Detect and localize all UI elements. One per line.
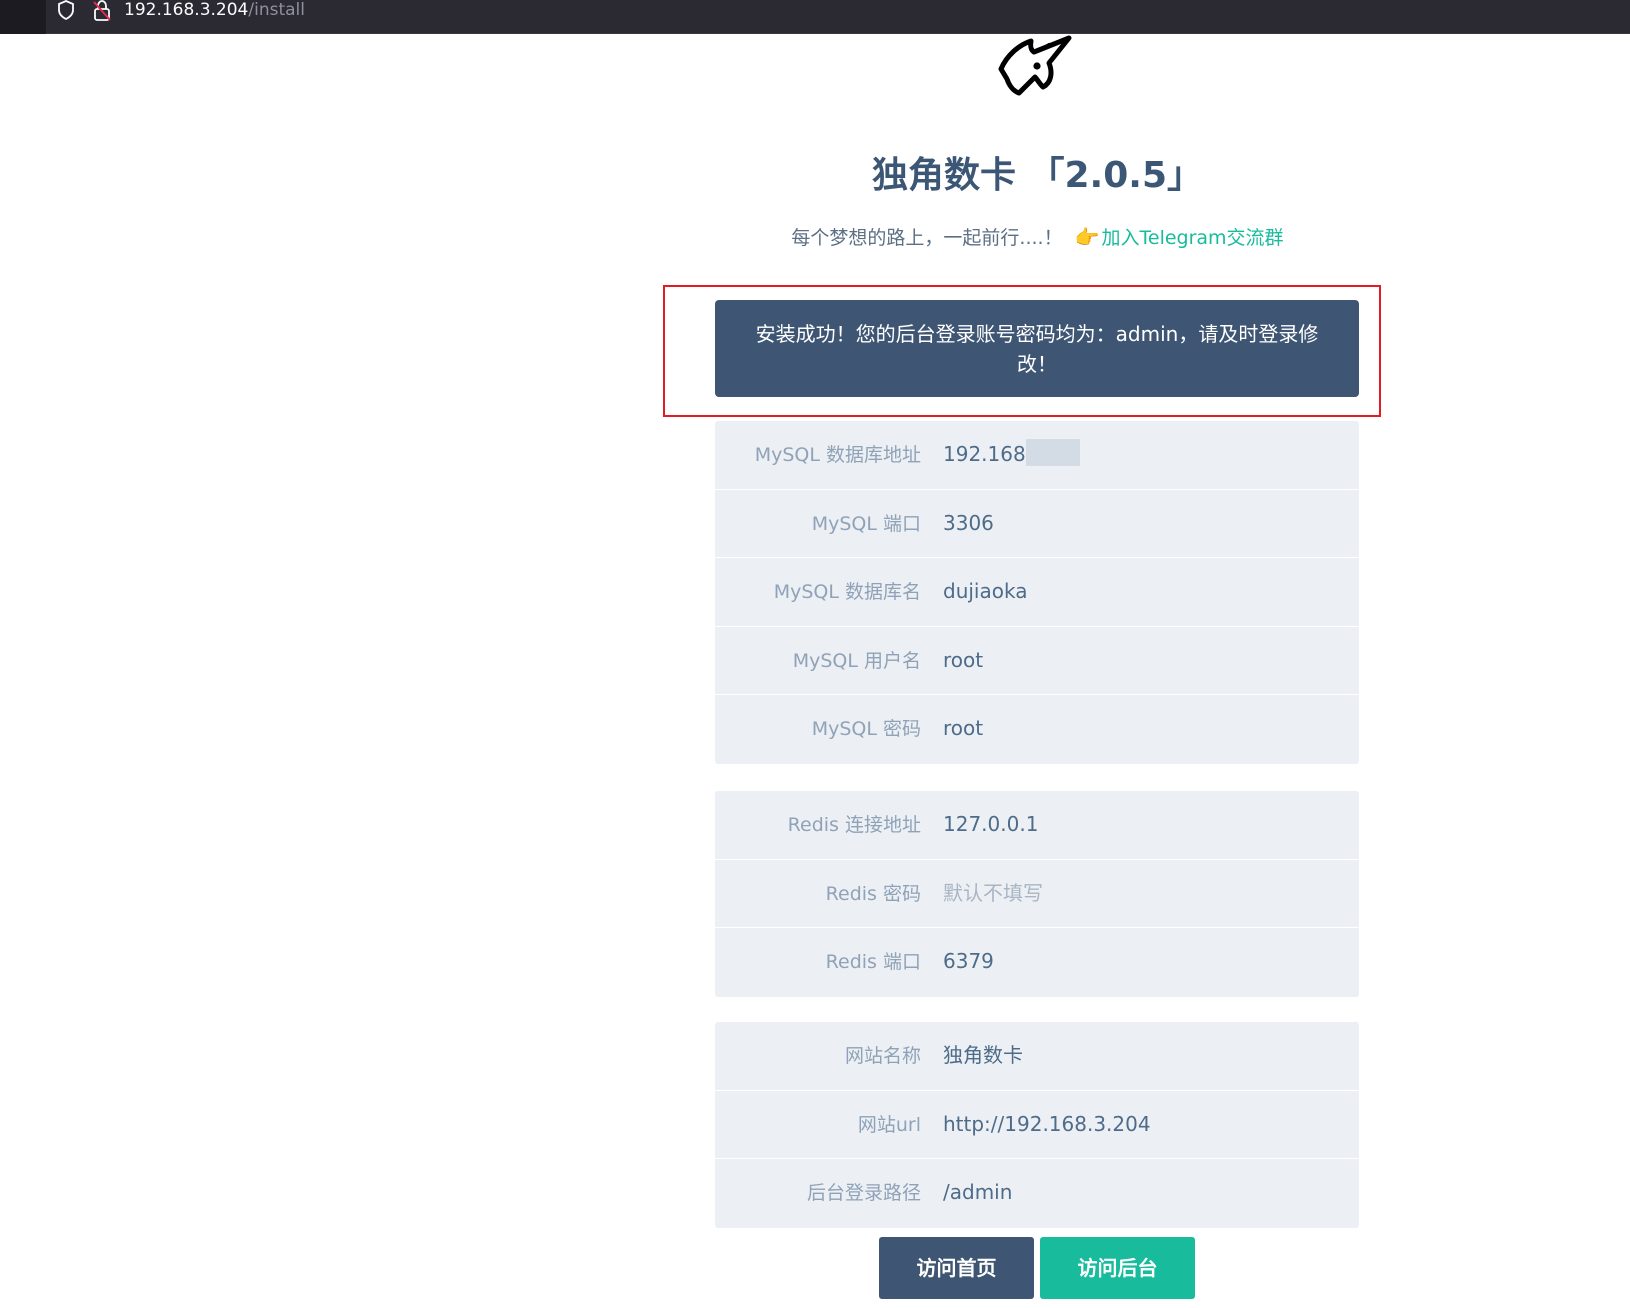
url-bar[interactable]: 192.168.3.204/install: [46, 0, 1630, 34]
success-alert: 安装成功！您的后台登录账号密码均为：admin，请及时登录修改！: [715, 300, 1359, 397]
mysql-port-input[interactable]: 3306: [943, 490, 994, 556]
url-text[interactable]: 192.168.3.204/install: [124, 0, 305, 21]
url-host: 192.168.3.204: [124, 0, 249, 20]
redis-password-row: Redis 密码 默认不填写: [715, 860, 1359, 928]
site-url-label: 网站url: [857, 1113, 921, 1136]
mysql-username-row: MySQL 用户名 root: [715, 627, 1359, 695]
redis-settings-panel: Redis 连接地址 127.0.0.1 Redis 密码 默认不填写 Redi…: [715, 791, 1359, 997]
telegram-group-link[interactable]: 加入Telegram交流群: [1102, 227, 1284, 249]
redis-host-input[interactable]: 127.0.0.1: [943, 791, 1038, 857]
slogan-text: 每个梦想的路上，一起前行....！: [791, 227, 1063, 249]
mysql-port-label: MySQL 端口: [811, 512, 921, 535]
site-settings-panel: 网站名称 独角数卡 网站url http://192.168.3.204 后台登…: [715, 1022, 1359, 1228]
redis-port-input[interactable]: 6379: [943, 928, 994, 994]
mysql-username-input[interactable]: root: [943, 627, 983, 693]
redis-password-input[interactable]: 默认不填写: [943, 860, 1043, 926]
mysql-settings-panel: MySQL 数据库地址 192.168 MySQL 端口 3306 MySQL …: [715, 421, 1359, 764]
site-name-input[interactable]: 独角数卡: [943, 1022, 1023, 1088]
mysql-host-input[interactable]: 192.168: [943, 421, 1080, 487]
redis-password-label: Redis 密码: [825, 882, 921, 905]
redis-port-row: Redis 端口 6379: [715, 928, 1359, 997]
redis-host-label: Redis 连接地址: [787, 814, 921, 836]
admin-path-label: 后台登录路径: [806, 1182, 921, 1204]
visit-admin-button[interactable]: 访问后台: [1040, 1237, 1195, 1299]
mysql-port-row: MySQL 端口 3306: [715, 490, 1359, 558]
pointing-hand-icon: 👉: [1074, 225, 1100, 249]
unicorn-logo-icon: [998, 35, 1072, 96]
visit-home-button[interactable]: 访问首页: [879, 1237, 1034, 1299]
page-title: 独角数卡 「2.0.5」: [871, 155, 1204, 196]
site-url-input[interactable]: http://192.168.3.204: [943, 1091, 1151, 1157]
page-subtitle: 每个梦想的路上，一起前行....！ 👉 加入Telegram交流群: [0, 223, 1630, 252]
mysql-database-row: MySQL 数据库名 dujiaoka: [715, 558, 1359, 627]
admin-path-row: 后台登录路径 /admin: [715, 1159, 1359, 1228]
lock-slash-icon[interactable]: [92, 0, 112, 22]
shield-icon[interactable]: [56, 0, 76, 20]
mysql-host-value: 192.168: [943, 442, 1026, 466]
browser-toolbar: 192.168.3.204/install: [0, 0, 1630, 34]
redis-host-row: Redis 连接地址 127.0.0.1: [715, 791, 1359, 860]
mysql-password-label: MySQL 密码: [811, 718, 921, 740]
mysql-host-row: MySQL 数据库地址 192.168: [715, 421, 1359, 490]
mysql-password-input[interactable]: root: [943, 695, 983, 761]
mysql-database-input[interactable]: dujiaoka: [943, 558, 1027, 624]
site-url-row: 网站url http://192.168.3.204: [715, 1091, 1359, 1159]
url-path: /install: [248, 0, 305, 20]
site-name-label: 网站名称: [844, 1045, 921, 1067]
admin-path-input[interactable]: /admin: [943, 1159, 1012, 1225]
mysql-password-row: MySQL 密码 root: [715, 695, 1359, 764]
redis-port-label: Redis 端口: [825, 951, 921, 973]
redaction-mask: [1025, 439, 1080, 466]
site-name-row: 网站名称 独角数卡: [715, 1022, 1359, 1091]
mysql-host-label: MySQL 数据库地址: [754, 444, 921, 466]
mysql-username-label: MySQL 用户名: [792, 649, 921, 672]
mysql-database-label: MySQL 数据库名: [773, 581, 921, 603]
